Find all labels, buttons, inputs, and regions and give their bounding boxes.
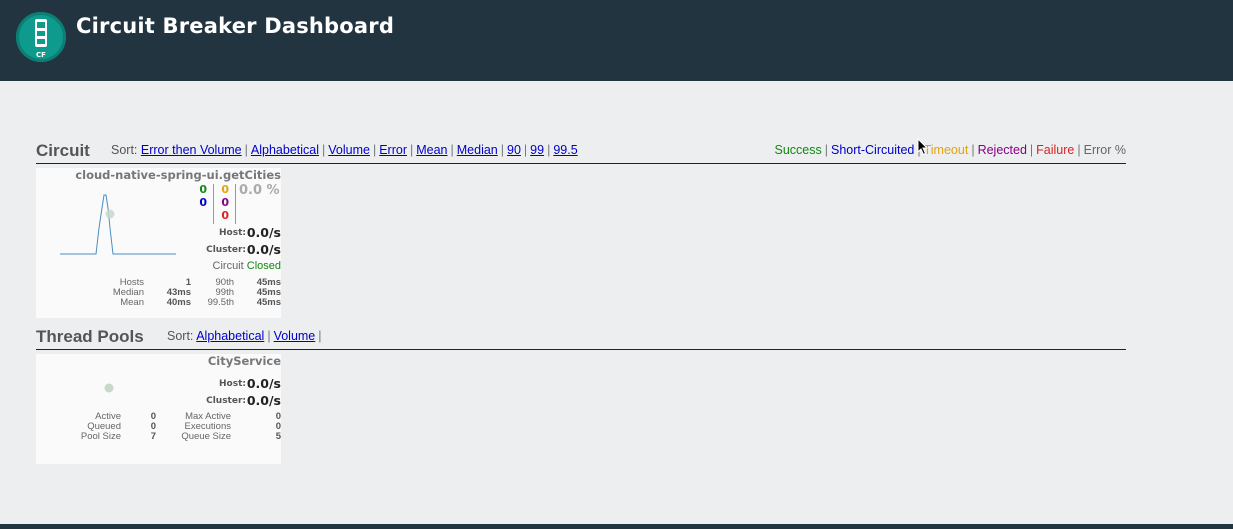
circuit-status-value: Closed	[246, 260, 281, 272]
legend-failure: Failure	[1036, 143, 1075, 157]
mouse-cursor-icon	[917, 138, 929, 156]
legend-timeout: Timeout	[923, 143, 969, 157]
legend-rejected: Rejected	[977, 143, 1027, 157]
logo-text: CF	[36, 51, 46, 59]
footer-bar	[0, 524, 1233, 529]
stat-mean: 40ms	[166, 297, 191, 308]
logo-icon: CF	[16, 12, 66, 62]
circuit-card[interactable]: cloud-native-spring-ui.getCities 0 0 0 0…	[36, 168, 281, 318]
stat-mean-label: Mean	[120, 297, 144, 308]
thread-sort-alphabetical[interactable]: Alphabetical	[196, 329, 264, 343]
pool-size: 7	[150, 431, 156, 442]
count-divider-1	[213, 184, 214, 224]
circuit-sort-bar: Sort: Error then Volume | Alphabetical | Vol…	[111, 143, 578, 157]
count-rejected: 0	[221, 196, 229, 209]
pool-host-rate-label: Host:	[219, 379, 246, 389]
error-percentage: 0.0 %	[239, 183, 280, 198]
thread-pools-sort-bar: Sort: Alphabetical | Volume |	[167, 329, 322, 343]
circuit-status: Circuit Closed	[213, 260, 281, 272]
pool-cluster-rate-label: Cluster:	[206, 396, 246, 406]
thread-pool-indicator	[104, 383, 114, 393]
pool-queue-size: 5	[275, 431, 281, 442]
count-divider-2	[235, 184, 236, 224]
host-rate: 0.0/s	[246, 225, 281, 240]
sort-error-then-volume[interactable]: Error then Volume	[141, 143, 242, 157]
pool-cluster-rate: 0.0/s	[246, 393, 281, 408]
pool-size-label: Pool Size	[80, 431, 121, 442]
sort-label: Sort:	[111, 143, 138, 157]
count-failure: 0	[221, 209, 229, 222]
pool-host-rate: 0.0/s	[246, 376, 281, 391]
thread-sort-label: Sort:	[167, 329, 194, 343]
sort-mean[interactable]: Mean	[416, 143, 447, 157]
thread-pool-card[interactable]: CityService Host: 0.0/s Cluster: 0.0/s A…	[36, 354, 281, 464]
pool-queue-size-label: Queue Size	[181, 431, 231, 442]
circuit-status-label: Circuit	[212, 260, 244, 272]
status-legend: Success|Short-Circuited|Timeout|Rejected…	[774, 143, 1126, 157]
count-short-circuited: 0	[199, 196, 207, 209]
thread-pools-section-title: Thread Pools	[36, 327, 144, 346]
sort-median[interactable]: Median	[457, 143, 498, 157]
legend-short-circuited: Short-Circuited	[830, 143, 915, 157]
count-success: 0	[199, 183, 207, 196]
circuit-section-title: Circuit	[36, 141, 90, 160]
count-timeout: 0	[221, 183, 229, 196]
thread-pools-divider	[36, 349, 1126, 350]
sort-error[interactable]: Error	[379, 143, 407, 157]
circuit-divider	[36, 163, 1126, 164]
sort-90[interactable]: 90	[507, 143, 521, 157]
cluster-rate-label: Cluster:	[206, 245, 246, 255]
sort-99[interactable]: 99	[530, 143, 544, 157]
app-title: Circuit Breaker Dashboard	[76, 14, 395, 38]
thread-sort-volume[interactable]: Volume	[274, 329, 316, 343]
stat-p995: 45ms	[256, 297, 281, 308]
sort-alphabetical[interactable]: Alphabetical	[251, 143, 319, 157]
app-header: CF Circuit Breaker Dashboard	[0, 0, 1233, 81]
host-rate-label: Host:	[219, 228, 246, 238]
stat-p995-label: 99.5th	[207, 297, 234, 308]
sort-99-5[interactable]: 99.5	[553, 143, 577, 157]
cluster-rate: 0.0/s	[246, 242, 281, 257]
sort-volume[interactable]: Volume	[328, 143, 370, 157]
legend-error-pct: Error %	[1083, 143, 1126, 157]
legend-success: Success	[774, 143, 822, 157]
